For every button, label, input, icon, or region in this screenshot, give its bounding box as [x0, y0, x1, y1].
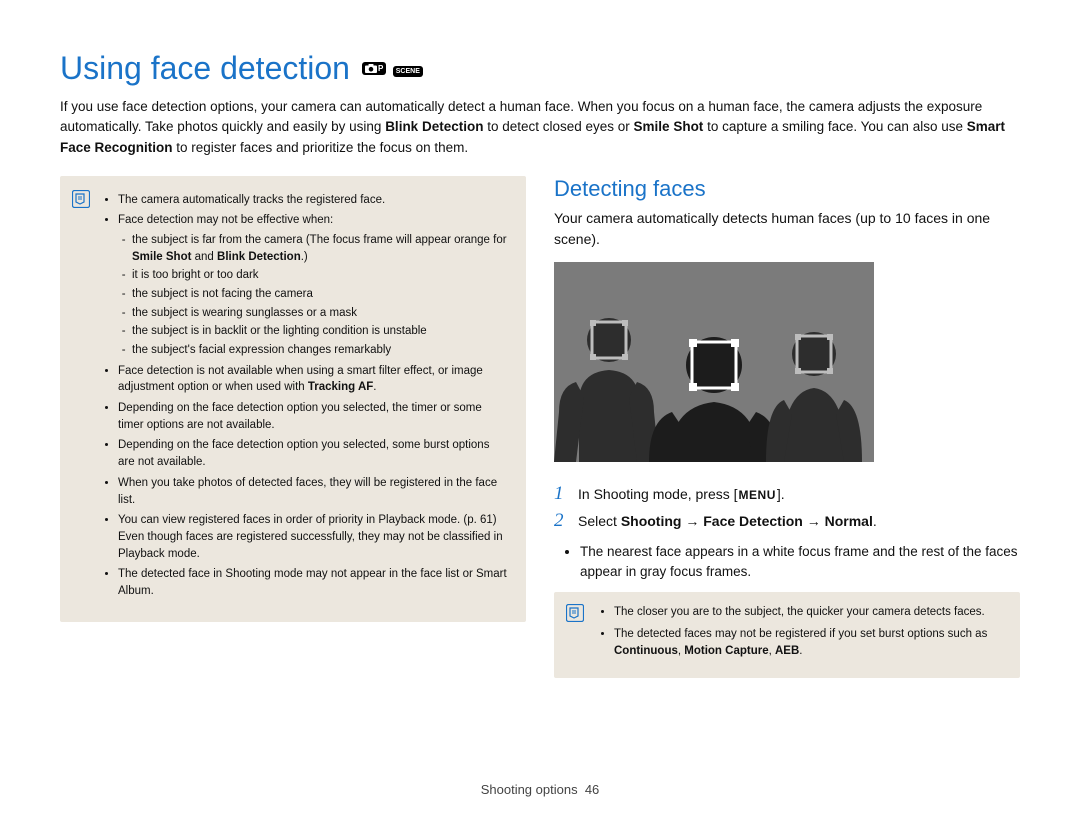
footer-section: Shooting options	[481, 782, 578, 797]
tip-list: The closer you are to the subject, the q…	[600, 604, 1004, 660]
list-item: You can view registered faces in order o…	[118, 512, 508, 562]
scene-mode-icon: SCENE	[393, 66, 423, 77]
list-item: Depending on the face detection option y…	[118, 437, 508, 470]
footer-page: 46	[585, 782, 599, 797]
tip-box: The closer you are to the subject, the q…	[554, 592, 1020, 678]
list-item: Face detection may not be effective when…	[118, 212, 508, 358]
detection-illustration	[554, 262, 874, 462]
page-title: Using face detection	[60, 50, 350, 87]
list-item: Face detection is not available when usi…	[118, 363, 508, 396]
list-item: it is too bright or too dark	[132, 267, 508, 284]
step-body: Select Shooting → Face Detection → Norma…	[578, 511, 877, 532]
mode-icons: P SCENE	[360, 60, 423, 78]
list-item: The camera automatically tracks the regi…	[118, 192, 508, 209]
step-number: 1	[554, 484, 568, 503]
section-heading: Detecting faces	[554, 176, 1020, 202]
left-column: The camera automatically tracks the regi…	[60, 176, 526, 678]
step-1: 1 In Shooting mode, press [MENU].	[554, 484, 1020, 505]
step-2: 2 Select Shooting → Face Detection → Nor…	[554, 511, 1020, 532]
list-item: the subject's facial expression changes …	[132, 342, 508, 359]
intro-paragraph: If you use face detection options, your …	[60, 97, 1020, 158]
note-icon	[72, 190, 90, 208]
title-row: Using face detection P SCENE	[60, 50, 1020, 87]
two-column-layout: The camera automatically tracks the regi…	[60, 176, 1020, 678]
note-icon	[566, 604, 584, 622]
note-list: The camera automatically tracks the regi…	[106, 192, 508, 600]
section-intro: Your camera automatically detects human …	[554, 208, 1020, 250]
list-item: Depending on the face detection option y…	[118, 400, 508, 433]
list-item: the subject is in backlit or the lightin…	[132, 323, 508, 340]
list-item: When you take photos of detected faces, …	[118, 475, 508, 508]
menu-label: MENU	[738, 486, 777, 504]
list-item: the subject is far from the camera (The …	[132, 232, 508, 265]
step-body: In Shooting mode, press [MENU].	[578, 484, 785, 505]
steps-list: 1 In Shooting mode, press [MENU]. 2 Sele…	[554, 484, 1020, 532]
frame-note-list: The nearest face appears in a white focu…	[580, 542, 1020, 583]
right-column: Detecting faces Your camera automaticall…	[554, 176, 1020, 678]
list-item: The nearest face appears in a white focu…	[580, 542, 1020, 583]
note-box: The camera automatically tracks the regi…	[60, 176, 526, 622]
sub-list: the subject is far from the camera (The …	[118, 232, 508, 359]
list-item: the subject is not facing the camera	[132, 286, 508, 303]
camera-mode-icon: P	[362, 62, 386, 75]
page-footer: Shooting options 46	[0, 782, 1080, 797]
list-item: The detected faces may not be registered…	[614, 626, 1004, 661]
list-item: the subject is wearing sunglasses or a m…	[132, 305, 508, 322]
list-item: The closer you are to the subject, the q…	[614, 604, 1004, 621]
step-number: 2	[554, 511, 568, 530]
list-item: The detected face in Shooting mode may n…	[118, 566, 508, 599]
manual-page: Using face detection P SCENE If you use …	[0, 0, 1080, 815]
